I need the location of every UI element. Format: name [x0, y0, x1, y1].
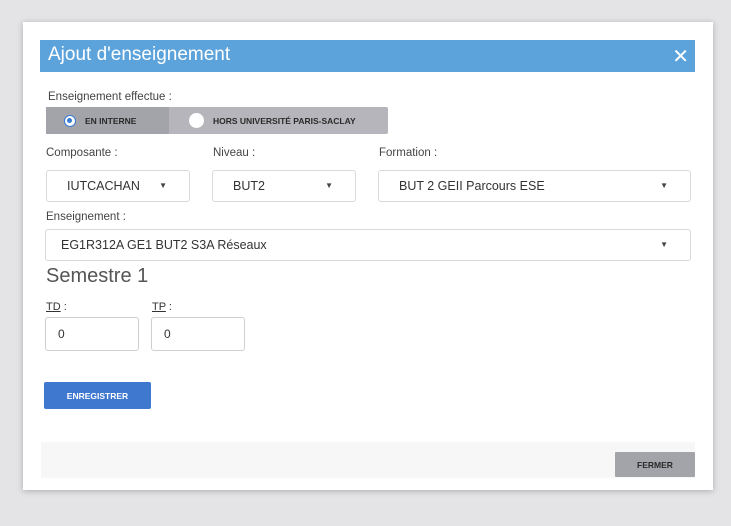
enseignement-select[interactable]: EG1R312A GE1 BUT2 S3A Réseaux ▼ — [45, 229, 691, 261]
tp-label: TP : — [152, 301, 172, 313]
caret-down-icon: ▼ — [660, 181, 668, 190]
td-input[interactable] — [45, 317, 139, 351]
close-button[interactable]: FERMER — [615, 452, 695, 477]
td-label-abbr: TD — [46, 301, 61, 313]
td-label-suffix: : — [60, 301, 67, 313]
formation-label: Formation : — [379, 147, 438, 159]
semestre-title: Semestre 1 — [46, 265, 149, 287]
radio-unchecked-icon — [189, 113, 204, 128]
radio-en-interne[interactable]: EN INTERNE — [46, 107, 169, 134]
save-button[interactable]: ENREGISTRER — [44, 382, 151, 409]
composante-select[interactable]: IUTCACHAN ▼ — [46, 170, 190, 202]
tp-input[interactable] — [151, 317, 245, 351]
location-radio-group: EN INTERNE HORS UNIVERSITÉ PARIS-SACLAY — [46, 107, 388, 134]
close-icon[interactable]: ✕ — [672, 44, 689, 69]
caret-down-icon: ▼ — [159, 181, 167, 190]
radio-checked-icon — [64, 114, 76, 127]
radio-hors-universite[interactable]: HORS UNIVERSITÉ PARIS-SACLAY — [169, 107, 388, 134]
dialog-footer: FERMER — [41, 442, 695, 478]
enseignement-effectue-label: Enseignement effectue : — [48, 91, 172, 103]
niveau-label: Niveau : — [213, 147, 256, 159]
tp-label-suffix: : — [165, 301, 172, 313]
dialog-header: Ajout d'enseignement ✕ — [40, 40, 695, 72]
composante-label: Composante : — [46, 147, 118, 159]
radio-hors-universite-label: HORS UNIVERSITÉ PARIS-SACLAY — [213, 115, 356, 126]
dialog-title: Ajout d'enseignement — [48, 44, 231, 65]
td-label: TD : — [46, 301, 67, 313]
formation-select[interactable]: BUT 2 GEII Parcours ESE ▼ — [378, 170, 691, 202]
add-teaching-dialog: Ajout d'enseignement ✕ Enseignement effe… — [23, 22, 713, 490]
caret-down-icon: ▼ — [325, 181, 333, 190]
radio-en-interne-label: EN INTERNE — [85, 115, 137, 126]
composante-value: IUTCACHAN — [67, 179, 140, 193]
niveau-value: BUT2 — [233, 179, 265, 193]
formation-value: BUT 2 GEII Parcours ESE — [399, 179, 545, 193]
enseignement-label: Enseignement : — [46, 211, 126, 223]
niveau-select[interactable]: BUT2 ▼ — [212, 170, 356, 202]
tp-label-abbr: TP — [152, 301, 166, 313]
enseignement-value: EG1R312A GE1 BUT2 S3A Réseaux — [61, 238, 267, 252]
caret-down-icon: ▼ — [660, 240, 668, 249]
